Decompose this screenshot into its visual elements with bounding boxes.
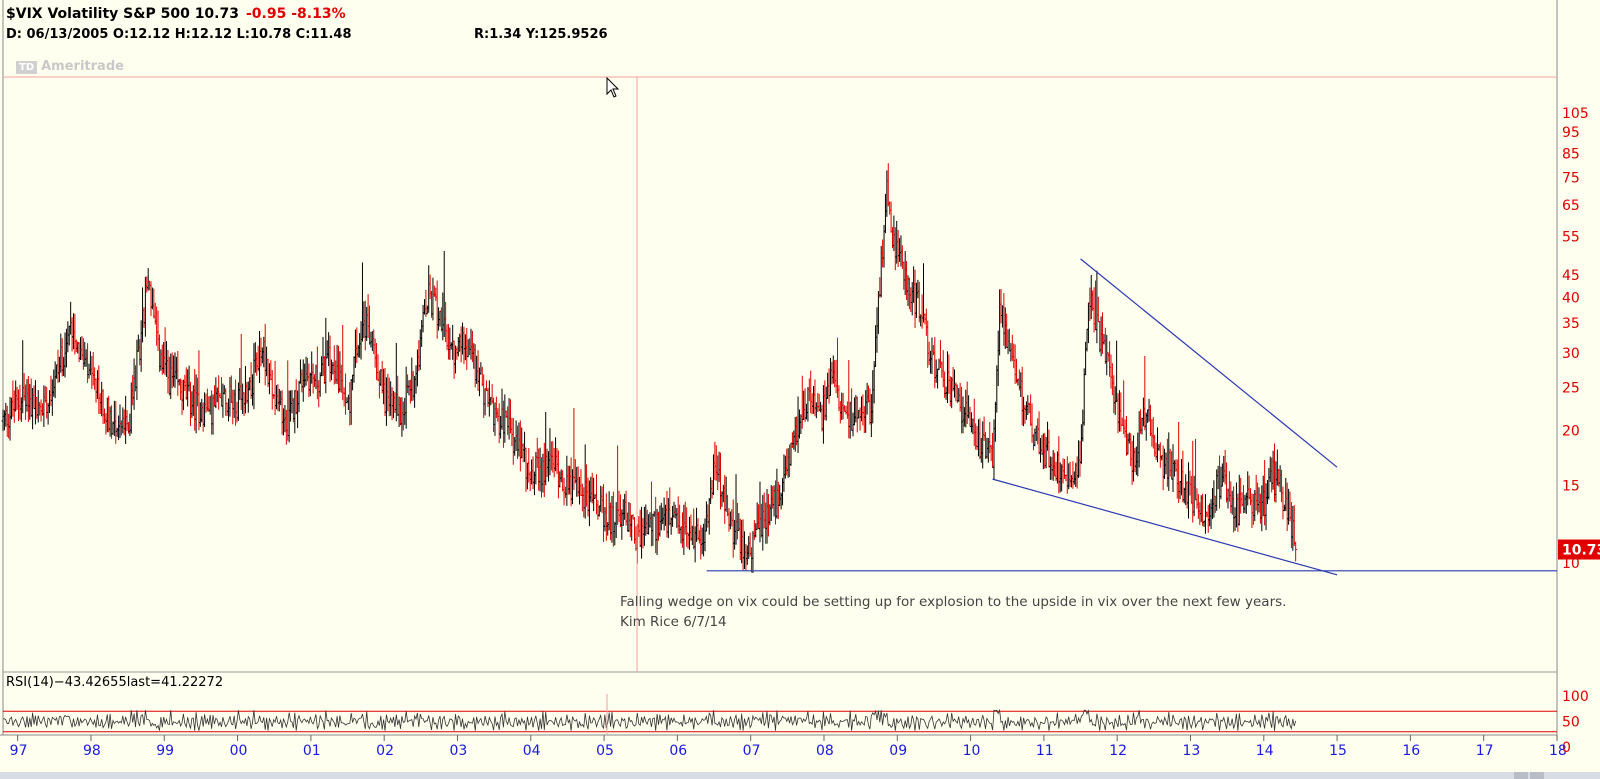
y-tick-label: 75 bbox=[1562, 170, 1580, 186]
x-tick-label: 98 bbox=[83, 743, 101, 759]
x-tick-label: 16 bbox=[1402, 743, 1420, 759]
x-tick-label: 09 bbox=[889, 743, 907, 759]
td-logo-icon: TD bbox=[16, 61, 38, 74]
ry-readout: R:1.34 Y:125.9526 bbox=[474, 27, 608, 42]
x-tick-label: 07 bbox=[743, 743, 761, 759]
ohlc-readout: D: 06/13/2005 O:12.12 H:12.12 L:10.78 C:… bbox=[6, 27, 352, 42]
x-tick-label: 12 bbox=[1109, 743, 1127, 759]
price-change: -0.95 -8.13% bbox=[246, 6, 346, 22]
y-tick-label: 20 bbox=[1562, 423, 1580, 439]
x-tick-label: 15 bbox=[1329, 743, 1347, 759]
y-tick-label: 65 bbox=[1562, 198, 1580, 214]
rsi-tick-label: 0 bbox=[1562, 740, 1571, 756]
horizontal-scrollbar[interactable] bbox=[0, 772, 1600, 779]
y-tick-label: 35 bbox=[1562, 316, 1580, 332]
y-tick-label: 95 bbox=[1562, 125, 1580, 141]
x-tick-label: 01 bbox=[303, 743, 321, 759]
y-tick-label: 85 bbox=[1562, 146, 1580, 162]
rsi-label: RSI(14)−43.42655last=41.22272 bbox=[6, 675, 224, 690]
y-tick-label: 55 bbox=[1562, 230, 1580, 246]
x-tick-label: 04 bbox=[523, 743, 541, 759]
scroll-right-button[interactable] bbox=[1530, 772, 1544, 779]
x-tick-label: 14 bbox=[1256, 743, 1274, 759]
rsi-tick-label: 50 bbox=[1562, 715, 1580, 731]
x-tick-label: 00 bbox=[230, 743, 248, 759]
y-tick-label: 25 bbox=[1562, 381, 1580, 397]
x-tick-label: 06 bbox=[669, 743, 687, 759]
y-tick-label: 105 bbox=[1562, 106, 1589, 122]
y-tick-label: 30 bbox=[1562, 346, 1580, 362]
x-tick-label: 10 bbox=[963, 743, 981, 759]
x-tick-label: 99 bbox=[156, 743, 174, 759]
scroll-left-button[interactable] bbox=[1514, 772, 1528, 779]
annotation-line-2: Kim Rice 6/7/14 bbox=[620, 614, 727, 630]
watermark-text: Ameritrade bbox=[41, 59, 124, 74]
rsi-tick-label: 100 bbox=[1562, 689, 1589, 705]
y-tick-label: 15 bbox=[1562, 478, 1580, 494]
y-tick-label: 40 bbox=[1562, 291, 1580, 307]
x-tick-label: 97 bbox=[10, 743, 28, 759]
x-tick-label: 11 bbox=[1036, 743, 1054, 759]
ameritrade-watermark: TD Ameritrade bbox=[16, 59, 124, 74]
chart-title: $VIX Volatility S&P 500 10.73 bbox=[6, 6, 239, 22]
x-tick-label: 08 bbox=[816, 743, 834, 759]
x-tick-label: 05 bbox=[596, 743, 614, 759]
annotation-line-1: Falling wedge on vix could be setting up… bbox=[620, 594, 1287, 610]
y-tick-label: 45 bbox=[1562, 268, 1580, 284]
price-chart[interactable]: 10152025303540455565758595105 97 98 99 00 01… bbox=[0, 0, 1600, 779]
x-tick-label: 03 bbox=[449, 743, 467, 759]
last-price-label: 10.73 bbox=[1562, 543, 1600, 559]
x-tick-label: 13 bbox=[1182, 743, 1200, 759]
x-tick-label: 02 bbox=[376, 743, 394, 759]
x-tick-label: 17 bbox=[1476, 743, 1494, 759]
